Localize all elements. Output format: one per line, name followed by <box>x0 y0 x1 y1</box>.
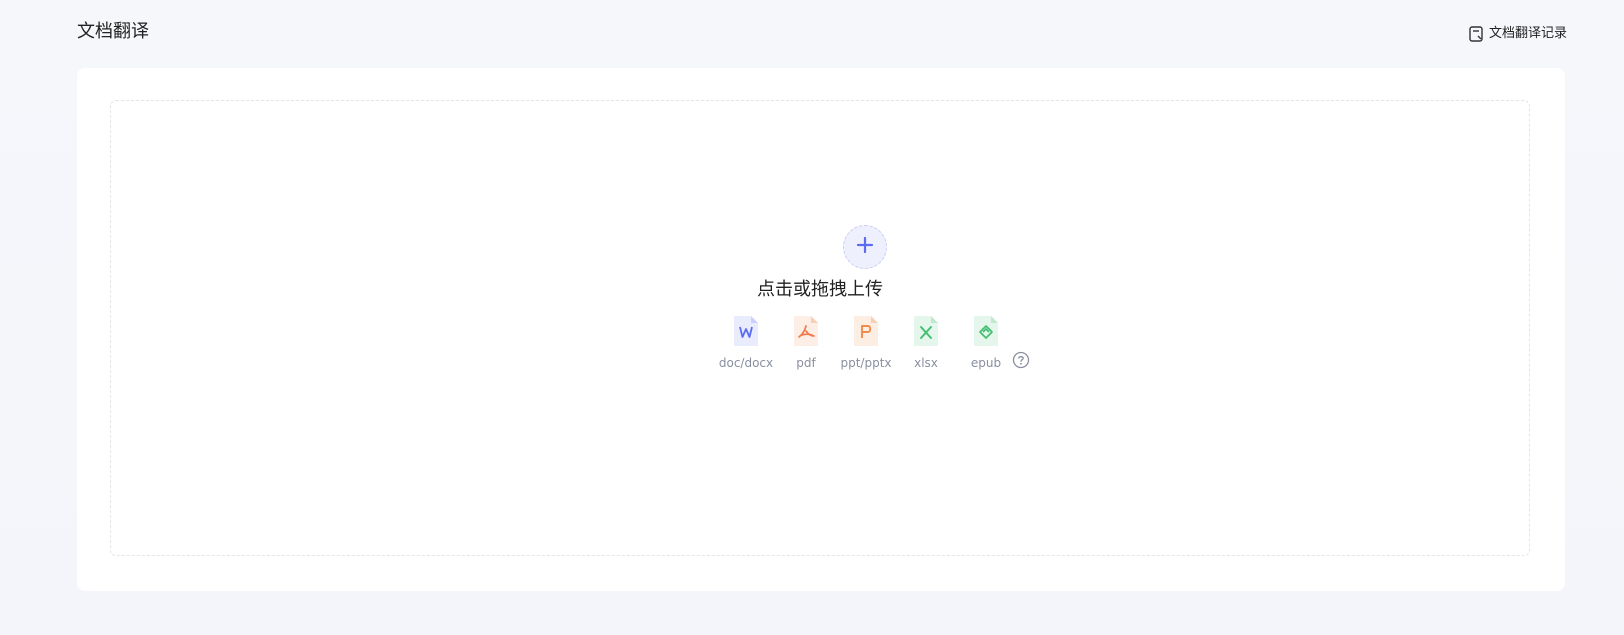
plus-icon <box>856 236 874 258</box>
epub-file-icon <box>972 315 1000 351</box>
file-type-pdf: pdf <box>776 315 836 371</box>
pdf-file-icon <box>792 315 820 351</box>
file-type-label: doc/docx <box>718 356 774 370</box>
file-type-label: xlsx <box>914 356 938 370</box>
upload-card: 点击或拖拽上传 doc/docx pdf ppt/pptx xlsx epub <box>77 68 1565 591</box>
document-icon <box>1469 26 1483 42</box>
word-file-icon <box>732 315 760 351</box>
translation-history-link[interactable]: 文档翻译记录 <box>1469 24 1567 44</box>
excel-file-icon <box>912 315 940 351</box>
upload-button[interactable] <box>843 225 887 269</box>
question-circle-icon[interactable] <box>1012 351 1030 373</box>
upload-dropzone[interactable]: 点击或拖拽上传 doc/docx pdf ppt/pptx xlsx epub <box>110 100 1530 556</box>
file-type-label: pdf <box>796 356 816 370</box>
page-title: 文档翻译 <box>77 21 149 42</box>
file-type-doc: doc/docx <box>716 315 776 371</box>
translation-history-label: 文档翻译记录 <box>1488 26 1567 41</box>
file-type-xlsx: xlsx <box>896 315 956 371</box>
ppt-file-icon <box>852 315 880 351</box>
upload-prompt: 点击或拖拽上传 <box>757 279 883 300</box>
file-type-label: epub <box>970 356 1002 370</box>
supported-file-types: doc/docx pdf ppt/pptx xlsx epub <box>716 315 1030 373</box>
file-type-epub: epub <box>956 315 1016 371</box>
file-type-label: ppt/pptx <box>840 356 892 370</box>
file-type-ppt: ppt/pptx <box>836 315 896 371</box>
